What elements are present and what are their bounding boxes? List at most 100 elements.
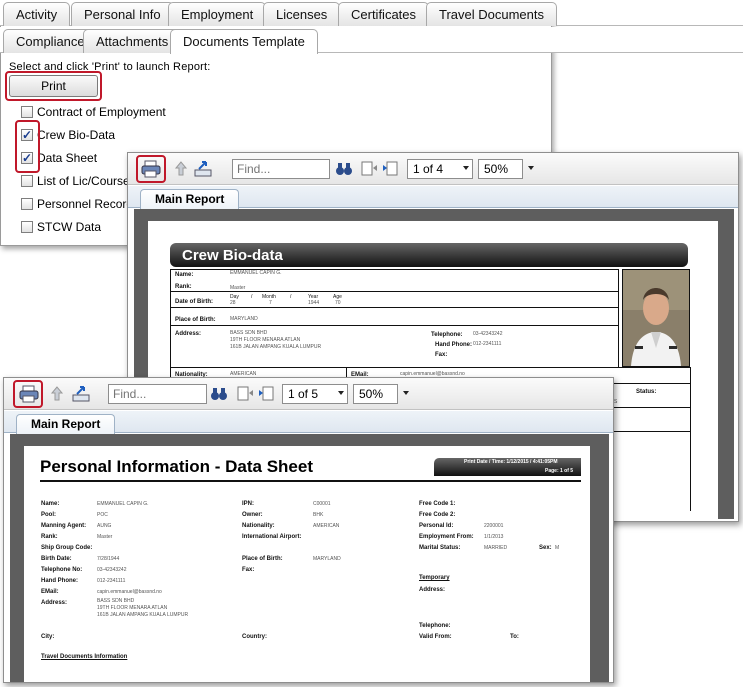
report-option-stcw[interactable]: STCW Data	[21, 219, 101, 235]
address-label: Address:	[41, 600, 68, 606]
age-value: 70	[335, 300, 341, 306]
dob-month: 7	[269, 300, 272, 306]
telephone-value: 03-42343242	[97, 567, 127, 573]
page-indicator: 1 of 4	[413, 162, 444, 176]
place-of-birth-value: MARYLAND	[313, 556, 341, 562]
checkbox[interactable]	[21, 175, 33, 187]
rule	[618, 269, 619, 367]
report-option-personnel-record[interactable]: Personnel Record	[21, 196, 133, 212]
dob-day: 28	[230, 300, 236, 306]
report-option-lic-course[interactable]: List of Lic/Course	[21, 173, 130, 189]
sex-value: M	[555, 545, 560, 551]
report-label: List of Lic/Course	[37, 174, 130, 188]
binoculars-icon[interactable]	[208, 383, 230, 405]
viewer-toolbar: 1 of 4 50%	[128, 153, 738, 185]
date-separator: /	[251, 294, 253, 300]
checkbox[interactable]	[21, 198, 33, 210]
export-icon[interactable]	[192, 158, 214, 180]
owner-label: Owner:	[242, 512, 263, 518]
nationality-label: Nationality:	[242, 523, 275, 529]
tab-employment[interactable]: Employment	[168, 2, 267, 26]
employment-from-label: Employment From:	[419, 534, 474, 540]
chevron-down-icon[interactable]	[403, 391, 409, 395]
status-value: S	[614, 399, 618, 405]
temporary-address-label: Address:	[419, 587, 446, 593]
find-input[interactable]	[108, 384, 207, 404]
tab-documents-template[interactable]: Documents Template	[170, 29, 318, 54]
tab-row-2: Compliance Attachments Documents Templat…	[0, 27, 743, 54]
checkbox[interactable]	[21, 221, 33, 233]
owner-value: BHK	[313, 512, 324, 518]
zoom-selector[interactable]: 50%	[353, 384, 398, 404]
page-selector[interactable]: 1 of 4	[407, 159, 473, 179]
tab-main-report[interactable]: Main Report	[140, 189, 240, 209]
page-indicator: 1 of 5	[288, 387, 319, 401]
checkbox[interactable]	[21, 106, 33, 118]
rank-label: Rank:	[175, 284, 192, 290]
page-selector[interactable]: 1 of 5	[282, 384, 348, 404]
name-label: Name:	[41, 501, 60, 507]
find-input[interactable]	[232, 159, 330, 179]
report-label: Data Sheet	[37, 151, 98, 165]
pool-label: Pool:	[41, 512, 56, 518]
report-title: Personal Information - Data Sheet	[40, 457, 313, 476]
handphone-value: 012-2341111	[473, 341, 502, 347]
export-up-icon[interactable]	[46, 383, 68, 405]
highlight-checked-reports	[15, 120, 40, 173]
zoom-selector[interactable]: 50%	[478, 159, 523, 179]
temporary-label: Temporary	[419, 575, 450, 581]
marital-status-label: Marital Status:	[419, 545, 461, 551]
highlight-print	[5, 71, 102, 101]
name-label: Name:	[175, 272, 194, 278]
previous-page-icon[interactable]	[380, 158, 402, 180]
dob-label: Date of Birth:	[175, 299, 213, 305]
rule	[170, 291, 618, 292]
previous-page-icon[interactable]	[256, 383, 278, 405]
marital-status-value: MARRIED	[484, 545, 508, 551]
tab-main-report[interactable]: Main Report	[16, 414, 116, 434]
telephone-value: 03-42343242	[473, 331, 503, 337]
address-label: Address:	[175, 331, 202, 337]
highlight-viewer-print	[13, 380, 43, 408]
zoom-value: 50%	[359, 387, 384, 401]
rank-value: Master	[97, 534, 113, 540]
first-page-icon[interactable]	[234, 383, 256, 405]
tab-licenses[interactable]: Licenses	[263, 2, 341, 26]
tab-personal-info[interactable]: Personal Info	[71, 2, 174, 26]
manning-agent-label: Manning Agent:	[41, 523, 87, 529]
fax-label: Fax:	[242, 567, 255, 573]
manning-agent-value: AUNG	[97, 523, 112, 529]
rule	[170, 325, 618, 326]
first-page-icon[interactable]	[358, 158, 380, 180]
rank-value: Master	[230, 285, 246, 291]
report-option-contract[interactable]: Contract of Employment	[21, 104, 166, 120]
telephone-label: Telephone No:	[41, 567, 83, 573]
tab-certificates[interactable]: Certificates	[338, 2, 430, 26]
name-value: EMMANUEL CAPIN G.	[97, 501, 149, 507]
free-code-1-label: Free Code 1:	[419, 501, 456, 507]
export-icon[interactable]	[70, 383, 92, 405]
tab-activity[interactable]: Activity	[3, 2, 71, 26]
pob-label: Place of Birth:	[175, 317, 216, 323]
print-date: Print Date / Time: 1/12/2015 / 4:41:05PM	[464, 459, 558, 465]
ship-group-code-label: Ship Group Code:	[41, 545, 93, 551]
tab-travel-documents[interactable]: Travel Documents	[426, 2, 557, 26]
birth-date-value: 7/28/1944	[97, 556, 120, 562]
birth-date-label: Birth Date:	[41, 556, 72, 562]
chevron-down-icon[interactable]	[528, 166, 534, 170]
dob-year: 1944	[308, 300, 320, 306]
rule	[170, 307, 618, 308]
pool-value: POC	[97, 512, 108, 518]
tab-attachments[interactable]: Attachments	[83, 29, 182, 53]
chevron-down-icon	[338, 391, 344, 395]
viewer-tabstrip: Main Report	[4, 411, 613, 434]
email-label: EMail:	[41, 589, 59, 595]
nationality-value: AMERICAN	[313, 523, 340, 529]
export-up-icon[interactable]	[170, 158, 192, 180]
place-of-birth-label: Place of Birth:	[242, 556, 283, 562]
binoculars-icon[interactable]	[333, 158, 355, 180]
address-line-2: 19TH FLOOR MENARA ATLAN	[97, 605, 168, 611]
report-label: Crew Bio-Data	[37, 128, 116, 142]
address-line-3: 161B JALAN AMPANG KUALA LUMPUR	[97, 612, 189, 618]
international-airport-label: International Airport:	[242, 534, 302, 540]
